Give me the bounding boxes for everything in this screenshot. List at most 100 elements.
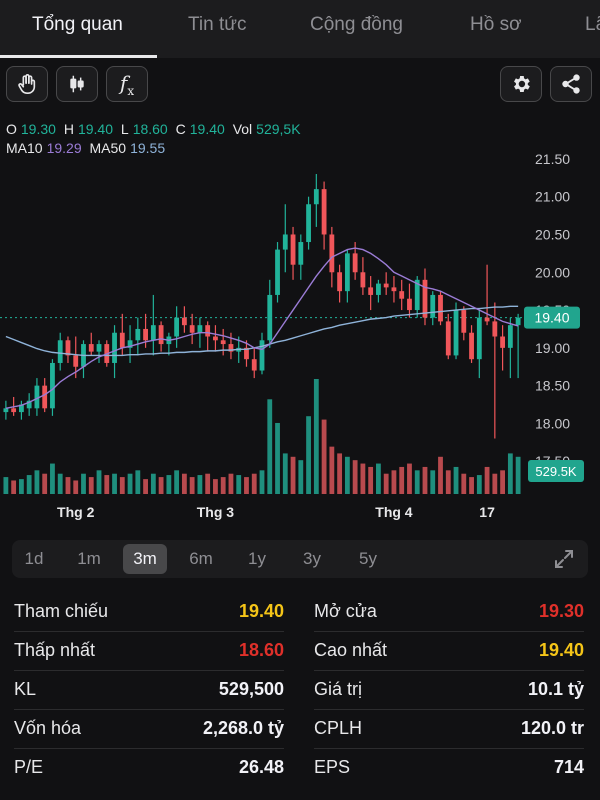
candle-body xyxy=(453,310,459,356)
volume-bar xyxy=(430,470,436,494)
y-tick-label: 18.00 xyxy=(535,415,570,431)
stat-label: EPS xyxy=(314,757,351,777)
candle-body xyxy=(461,310,467,333)
y-tick-label: 21.00 xyxy=(535,189,570,205)
ohlc-legend: O 19.30 H 19.40 L 18.60 C 19.40 Vol 529,5K MA… xyxy=(6,120,305,158)
candle-body xyxy=(158,325,164,345)
share-button[interactable] xyxy=(550,66,592,102)
range-6m[interactable]: 6m xyxy=(179,544,223,574)
candle-body xyxy=(96,344,102,352)
candlestick-icon xyxy=(70,75,84,93)
x-tick-label: Thg 2 xyxy=(57,504,95,520)
range-3y[interactable]: 3y xyxy=(290,544,334,574)
candle-body xyxy=(445,321,451,356)
candle-body xyxy=(298,242,304,265)
volume-bar xyxy=(259,470,265,494)
candle-body xyxy=(329,234,335,273)
stat-label: Cao nhất xyxy=(314,640,388,660)
tab-more-cut[interactable]: Lã xyxy=(585,14,600,36)
high-label: H xyxy=(63,121,74,137)
indicators-button[interactable]: fx xyxy=(106,66,148,102)
volume-bar xyxy=(469,477,474,494)
candle-body xyxy=(344,253,350,292)
stat-value: 19.40 xyxy=(538,640,584,660)
ma-row: MA10 19.29 MA50 19.55 xyxy=(6,139,305,158)
range-5y[interactable]: 5y xyxy=(346,544,390,574)
candle-body xyxy=(290,234,296,265)
fx-subscript: x xyxy=(127,83,135,98)
close-value: 19.40 xyxy=(189,121,225,137)
volume-bar xyxy=(298,460,304,494)
chart-type-button[interactable] xyxy=(56,66,98,102)
stat-value: 2,268.0 tỷ xyxy=(202,718,284,738)
volume-bar xyxy=(290,456,296,494)
y-tick-label: 20.50 xyxy=(535,226,570,242)
volume-bar xyxy=(26,475,32,494)
stat-row-market-cap: Vốn hóa 2,268.0 tỷ xyxy=(14,709,284,749)
candle-body xyxy=(368,287,374,295)
drawing-mode-button[interactable] xyxy=(6,66,48,102)
y-tick-label: 21.50 xyxy=(535,151,570,167)
candle-body xyxy=(189,325,195,333)
candle-body xyxy=(42,385,48,409)
price-chart[interactable]: 21.5021.0020.5020.0019.5019.0018.5018.00… xyxy=(0,120,600,530)
x-tick-label: Thg 3 xyxy=(197,504,235,520)
stat-row-eps: EPS 714 xyxy=(314,748,584,787)
volume-bar xyxy=(484,466,490,494)
stat-label: P/E xyxy=(14,757,44,777)
ma50-value: 19.55 xyxy=(130,140,166,156)
candle-body xyxy=(220,340,226,345)
volume-bar xyxy=(244,477,249,494)
volume-bar xyxy=(282,453,288,494)
expand-icon[interactable] xyxy=(552,547,576,571)
volume-bar xyxy=(422,466,428,494)
volume-bar xyxy=(143,479,148,494)
tab-news[interactable]: Tin tức xyxy=(188,14,246,36)
stat-value: 18.60 xyxy=(238,640,284,660)
candle-body xyxy=(383,283,389,288)
stat-row-high: Cao nhất 19.40 xyxy=(314,631,584,671)
volume-bar xyxy=(453,466,459,494)
range-1y[interactable]: 1y xyxy=(235,544,279,574)
volume-bar xyxy=(119,477,125,494)
candle-body xyxy=(259,340,265,371)
candle-body xyxy=(500,336,506,348)
stat-label: KL xyxy=(14,679,37,699)
range-1m[interactable]: 1m xyxy=(67,544,111,574)
tab-profile[interactable]: Hồ sơ xyxy=(470,14,522,36)
candle-body xyxy=(119,332,125,348)
settings-button[interactable] xyxy=(500,66,542,102)
volume-bar xyxy=(127,473,133,494)
tab-overview[interactable]: Tổng quan xyxy=(32,14,123,36)
tab-community[interactable]: Cộng đồng xyxy=(310,14,403,36)
candle-body xyxy=(507,325,513,348)
volume-bar xyxy=(376,463,381,494)
last-price-text: 19.40 xyxy=(534,310,569,326)
function-fx-icon: fx xyxy=(120,71,134,98)
open-value: 19.30 xyxy=(20,121,56,137)
volume-bar xyxy=(88,477,94,494)
candle-body xyxy=(275,249,280,295)
volume-bar xyxy=(189,477,195,494)
volume-bar xyxy=(313,379,319,494)
volume-bar xyxy=(515,456,521,494)
volume-bar xyxy=(174,470,180,494)
candle-body xyxy=(352,253,358,273)
volume-bar xyxy=(57,473,63,494)
candle-body xyxy=(112,332,117,363)
chart-toolbar: fx xyxy=(0,58,600,120)
volume-bar xyxy=(476,475,482,494)
top-tab-bar: Tổng quan Tin tức Cộng đồng Hồ sơ Lã xyxy=(0,0,600,58)
volume-bar xyxy=(383,473,389,494)
candle-body xyxy=(515,317,521,326)
stat-value: 529,500 xyxy=(218,679,284,699)
share-icon xyxy=(562,74,580,94)
range-3m[interactable]: 3m xyxy=(123,544,167,574)
stat-row-volume: KL 529,500 xyxy=(14,670,284,710)
range-1d[interactable]: 1d xyxy=(12,544,56,574)
stat-row-shares: CPLH 120.0 tr xyxy=(314,709,584,749)
stat-value: 26.48 xyxy=(238,757,284,777)
high-value: 19.40 xyxy=(77,121,113,137)
volume-bar xyxy=(337,453,343,494)
volume-bar xyxy=(275,422,280,494)
